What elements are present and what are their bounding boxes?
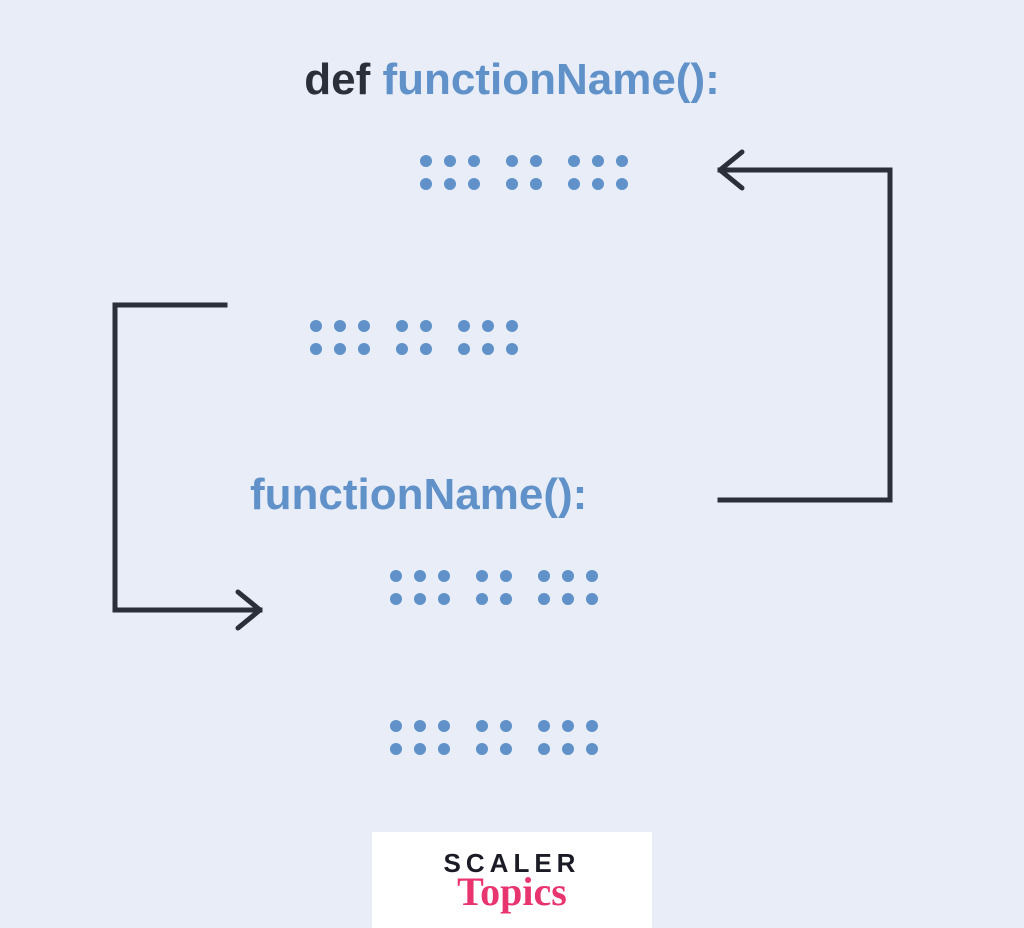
control-flow-arrow-left-icon [100,300,300,640]
function-call-line: functionName(): [250,470,587,520]
scaler-topics-logo: SCALER Topics [372,832,652,928]
function-name-call: functionName(): [250,470,587,519]
def-keyword: def [304,55,370,104]
function-name-definition: functionName(): [382,55,719,104]
logo-line-2: Topics [457,874,567,910]
recursion-arrow-right-icon [670,140,920,520]
code-body-dots-1 [420,155,628,190]
code-body-dots-3 [390,570,598,605]
code-body-dots-2 [310,320,518,355]
function-definition-line: def functionName(): [0,55,1024,105]
code-body-dots-4 [390,720,598,755]
